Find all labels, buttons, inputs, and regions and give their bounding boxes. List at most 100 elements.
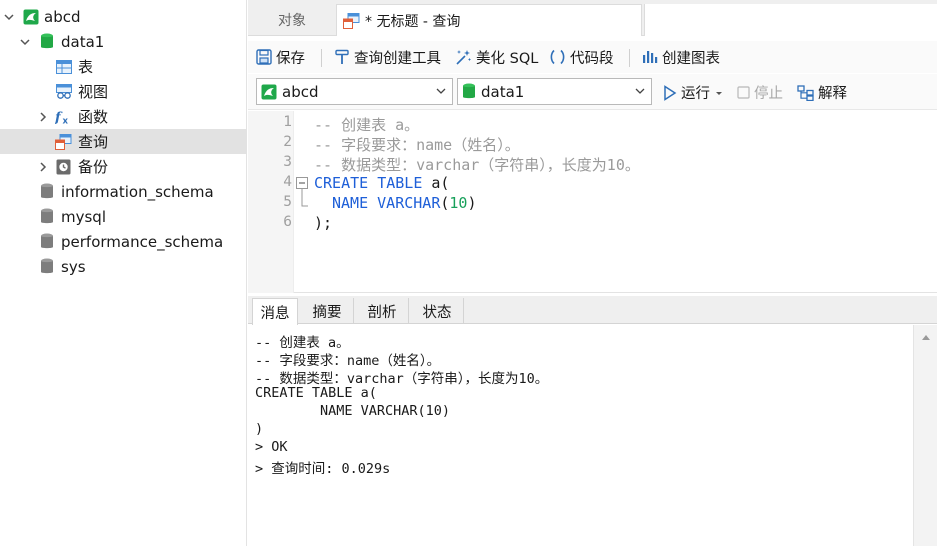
parentheses-icon [549,49,566,65]
document-tab-bar: 对象 * 无标题 - 查询 [248,0,937,36]
tree-item-label: abcd [44,7,81,26]
result-tab-bar: 消息 摘要 剖析 状态 [248,296,937,325]
backup-icon [55,158,72,175]
fold-collapse-icon[interactable] [296,177,309,213]
tree-item-database-performance-schema[interactable]: performance_schema [0,229,247,254]
save-icon [256,49,272,65]
tree-item-queries[interactable]: 查询 [0,129,247,154]
stop-button[interactable]: 停止 [737,82,783,103]
run-label: 运行 [681,86,710,102]
sql-number: 10 [449,194,468,212]
tree-item-database-data1[interactable]: data1 [0,29,247,54]
play-icon [663,84,677,101]
database-icon [38,233,55,250]
message-line: NAME VARCHAR(10) [255,403,451,419]
code-line: -- 字段要求：name（姓名）。 [314,136,520,154]
code-line: ); [314,214,333,232]
chevron-down-icon[interactable] [18,35,32,49]
messages-scrollbar[interactable] [913,325,937,546]
tree-item-label: 函数 [78,108,109,126]
tree-item-label: 备份 [78,158,109,176]
tree-item-database-mysql[interactable]: mysql [0,204,247,229]
tree-item-database-information-schema[interactable]: information_schema [0,179,247,204]
toolbar-separator [321,49,322,67]
run-button[interactable]: 运行 [663,82,724,103]
chart-icon [642,49,658,65]
code-line: CREATE TABLE a( [314,174,449,192]
tree-item-label: 表 [78,58,94,76]
tree-item-database-sys[interactable]: sys [0,254,247,279]
code-line: NAME VARCHAR(10) [332,194,477,212]
tab-label: 剖析 [367,304,397,321]
mysql-connection-icon [261,84,277,100]
tree-item-label: performance_schema [61,232,224,251]
query-builder-label: 查询创建工具 [354,50,441,67]
message-line: CREATE TABLE a( [255,385,377,401]
database-icon [462,83,476,100]
tree-item-backups[interactable]: 备份 [0,154,247,179]
chevron-down-icon [634,85,646,97]
explain-button[interactable]: 解释 [797,82,847,103]
save-button[interactable]: 保存 [256,46,305,68]
mysql-connection-icon [22,8,39,25]
tab-label: 摘要 [312,304,342,321]
explain-tree-icon [797,84,814,101]
toolbar-separator [629,49,630,67]
message-line: -- 字段要求：name（姓名）。 [255,353,441,369]
tab-label: 消息 [260,305,290,322]
tree-item-connection-abcd[interactable]: abcd [0,4,247,29]
line-number-gutter: 1 2 3 4 5 6 [248,111,294,293]
database-select[interactable]: data1 [457,78,652,105]
tree-item-views[interactable]: 视图 [0,79,247,104]
query-toolbar: 保存 查询创建工具 美化 SQL 代码段 创建图表 [248,41,937,73]
message-line: > 查询时间: 0.029s [255,461,391,477]
code-line: -- 数据类型：varchar（字符串），长度为10。 [314,156,640,174]
query-icon [55,133,72,150]
sql-editor[interactable]: 1 2 3 4 5 6 -- 创建表 a。 -- 字段要求：name（姓名）。 … [248,111,937,293]
message-line: ) [255,421,264,437]
connection-select[interactable]: abcd [256,78,453,105]
tree-item-label: sys [61,257,86,276]
message-line: -- 数据类型：varchar（字符串），长度为10。 [255,371,549,387]
tree-item-functions[interactable]: fx 函数 [0,104,247,129]
create-chart-label: 创建图表 [662,50,720,67]
chevron-down-icon[interactable] [2,10,16,24]
sql-text: ) [467,194,477,212]
hammer-icon [334,49,350,65]
line-number: 5 [283,194,292,210]
create-chart-button[interactable]: 创建图表 [642,46,720,68]
code-line: -- 创建表 a。 [314,116,420,134]
message-line: -- 创建表 a。 [255,335,350,351]
tab-objects[interactable]: 对象 [248,4,336,36]
line-number: 6 [283,214,292,230]
database-select-value: data1 [481,82,525,101]
query-builder-button[interactable]: 查询创建工具 [334,46,441,68]
sql-keyword: NAME VARCHAR [332,194,441,212]
database-icon [38,258,55,275]
stop-label: 停止 [754,86,783,102]
tree-item-label: mysql [61,207,106,226]
tab-status[interactable]: 状态 [411,298,464,324]
tab-summary[interactable]: 摘要 [301,298,354,324]
sql-keyword: CREATE TABLE [314,174,423,192]
scroll-up-arrow-icon[interactable] [921,333,931,341]
tab-untitled-query[interactable]: * 无标题 - 查询 [336,4,642,36]
line-number: 2 [283,134,292,150]
database-icon [38,183,55,200]
tab-messages[interactable]: 消息 [252,298,298,325]
beautify-sql-button[interactable]: 美化 SQL [455,46,538,68]
chevron-right-icon[interactable] [36,110,50,124]
tree-item-label: data1 [61,32,105,51]
messages-output[interactable]: -- 创建表 a。 -- 字段要求：name（姓名）。 -- 数据类型：varc… [248,325,913,546]
stop-icon [737,86,750,99]
tab-profile[interactable]: 剖析 [356,298,409,324]
caret-down-icon[interactable] [714,88,724,98]
tab-bar-empty-area [644,4,937,36]
tab-label: 状态 [422,304,452,321]
chevron-right-icon[interactable] [36,160,50,174]
code-snippet-button[interactable]: 代码段 [549,46,614,68]
tree-item-tables[interactable]: 表 [0,54,247,79]
function-icon: fx [55,108,72,125]
beautify-sql-label: 美化 SQL [476,50,539,67]
connection-selector-row: abcd data1 运行 停止 解释 [248,74,937,110]
